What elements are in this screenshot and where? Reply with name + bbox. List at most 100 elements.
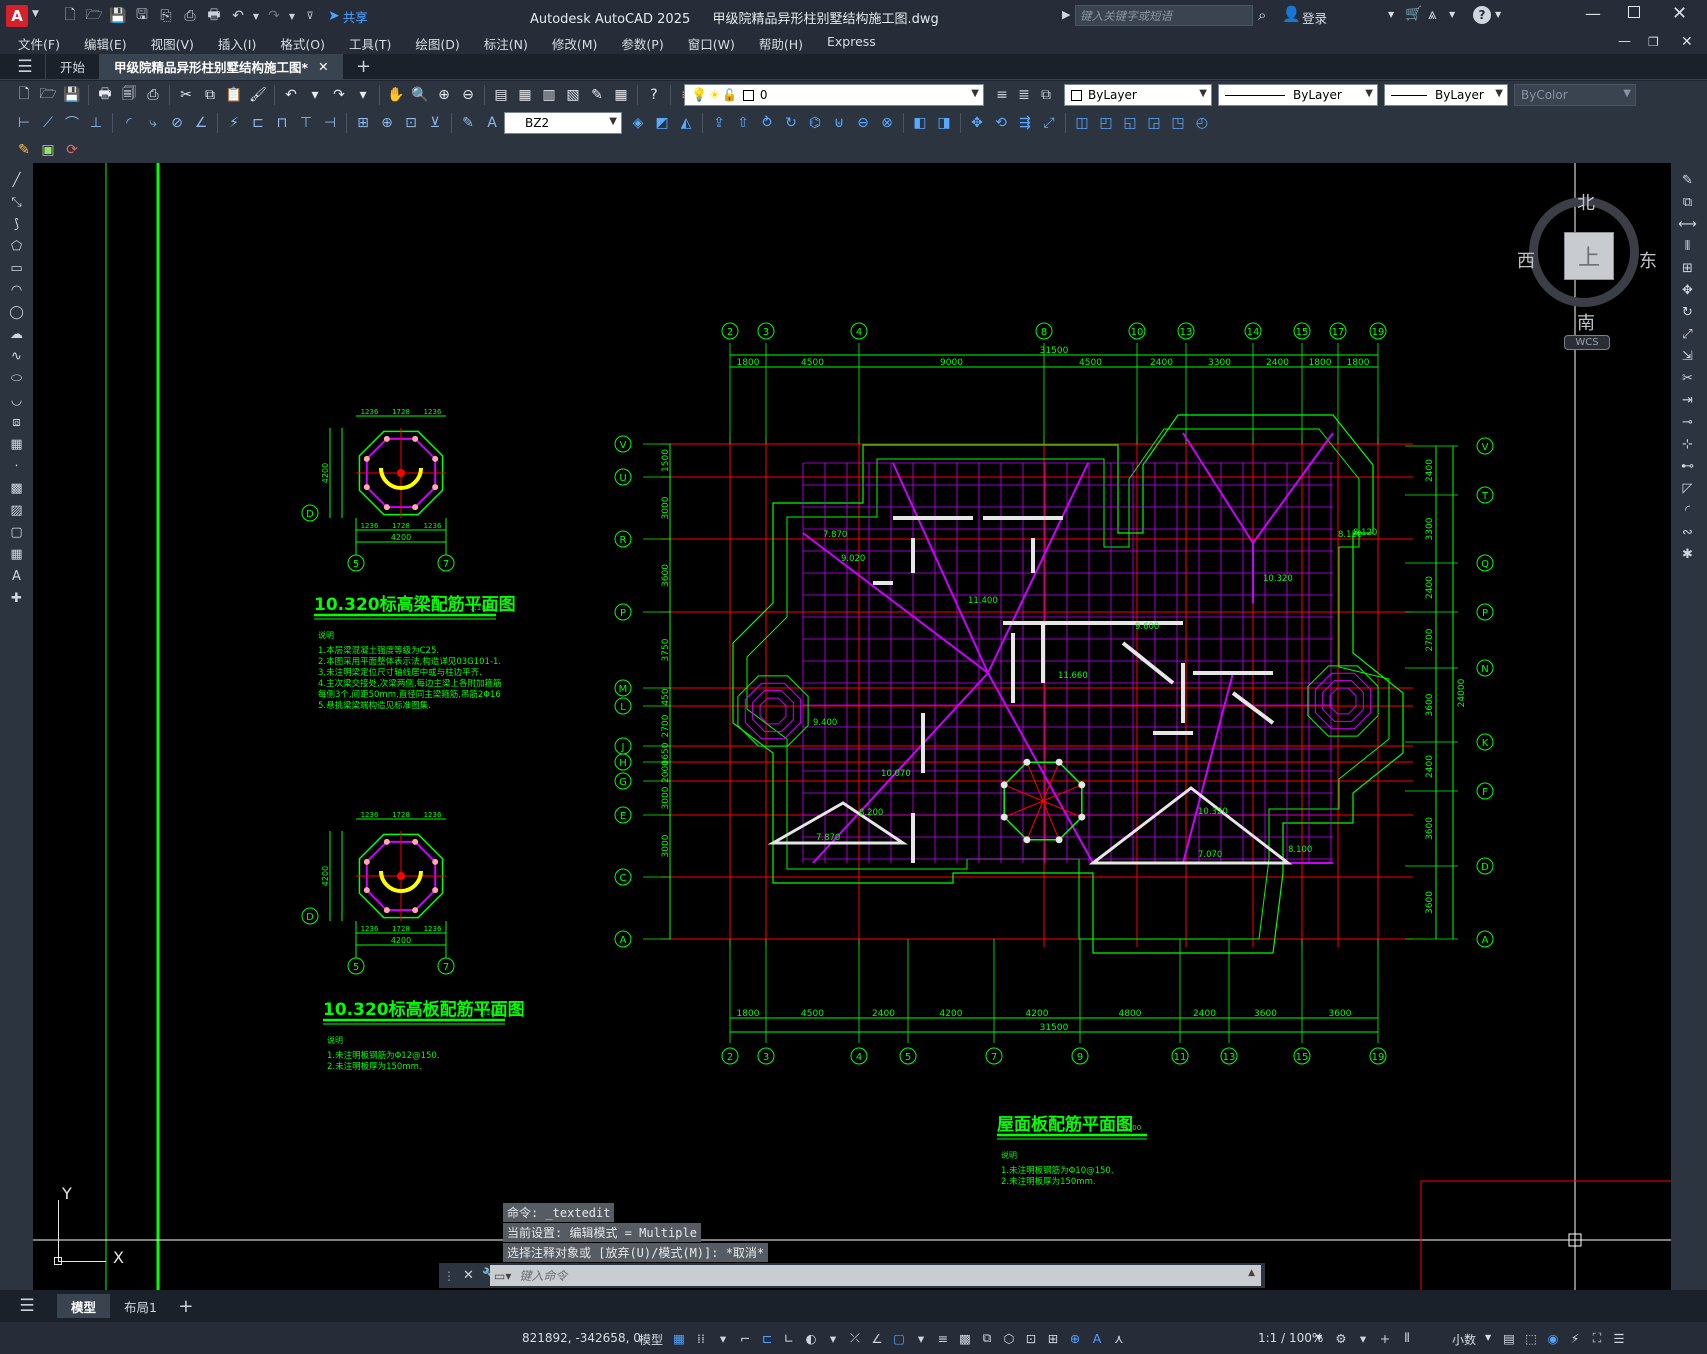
menu-item-5[interactable]: 工具(T) [337, 34, 403, 53]
polar-icon[interactable]: ◐ [800, 1326, 822, 1350]
undo-list-icon[interactable]: ▾ [304, 84, 326, 106]
cut-icon[interactable]: ✂ [175, 84, 197, 106]
chamfer-icon[interactable]: ◸ [1671, 477, 1704, 499]
menu-item-10[interactable]: 窗口(W) [676, 34, 747, 53]
command-prompt-icon[interactable]: ▭▾ [494, 1269, 511, 1283]
user-icon[interactable]: 👤 [1282, 5, 1301, 23]
app-menu-chevron-icon[interactable]: ▼ [32, 9, 39, 19]
trim-icon[interactable]: ✂ [1671, 367, 1704, 389]
stretch-icon[interactable]: ⇲ [1671, 345, 1704, 367]
coordinates-readout[interactable]: 821892, -342658, 0 [522, 1331, 641, 1345]
compass-west[interactable]: 西 [1517, 247, 1535, 273]
save-icon[interactable]: 💾 [107, 5, 129, 27]
save-as-icon[interactable]: 🖫 [131, 5, 153, 27]
menu-item-1[interactable]: 编辑(E) [72, 34, 139, 53]
plot-icon[interactable]: 🖶 [94, 84, 116, 106]
tab-start[interactable]: 开始 [45, 53, 101, 80]
redo-icon[interactable]: ↷ [328, 84, 350, 106]
offset-icon[interactable]: ⫴ [1671, 235, 1704, 257]
layer-tool-icon-b[interactable]: ≣ [1013, 84, 1035, 106]
plotstyle-dropdown[interactable]: ByColor ▼ [1514, 84, 1636, 106]
plot-icon[interactable]: 🖶 [203, 5, 225, 27]
dim-angular-icon[interactable]: ∠ [190, 112, 212, 134]
tab-active-drawing[interactable]: 甲级院精品异形柱别墅结构施工图* ✕ [100, 53, 343, 80]
sheet-set-icon[interactable]: ▧ [562, 84, 584, 106]
3d-align-icon[interactable]: ⇶ [1014, 112, 1036, 134]
gizmo-icon[interactable]: ⊕ [1064, 1326, 1086, 1350]
properties-icon[interactable]: ▤ [490, 84, 512, 106]
snap-dropdown-icon[interactable]: ▾ [712, 1326, 734, 1350]
gradient-icon[interactable]: ▨ [0, 499, 33, 521]
minimize-window-icon[interactable]: — [1585, 4, 1601, 23]
lineweight-dropdown[interactable]: ByLayer ▼ [1384, 84, 1508, 106]
cart-icon[interactable]: 🛒 [1405, 6, 1422, 22]
login-dropdown-icon[interactable]: ▼ [1388, 10, 1394, 19]
polygon-icon[interactable]: ⬠ [0, 235, 33, 257]
redo-icon[interactable]: ↷ [263, 5, 285, 27]
construction-line-icon[interactable]: ⤡ [0, 191, 33, 213]
revolve-icon[interactable]: ↻ [780, 112, 802, 134]
menu-item-9[interactable]: 参数(P) [609, 34, 675, 53]
polyline-icon[interactable]: ⟆ [0, 213, 33, 235]
dim-ordinate-icon[interactable]: ⊥ [85, 112, 107, 134]
design-center-icon[interactable]: ▦ [514, 84, 536, 106]
polar-dropdown-icon[interactable]: ▾ [822, 1326, 844, 1350]
tool-palettes-icon[interactable]: ▥ [538, 84, 560, 106]
dimstyle-dropdown[interactable]: BZ2 ▼ [504, 112, 622, 134]
workspace-icon[interactable]: ⚙ [1330, 1326, 1352, 1350]
ellipse-icon[interactable]: ⬭ [0, 367, 33, 389]
drawing-canvas[interactable]: 1236 1236 1728 1728 1236 1236 4200 4200 D 5 7 1236… [33, 163, 1671, 1290]
help-icon[interactable]: ? [643, 84, 665, 106]
dim-baseline-icon[interactable]: ⊏ [247, 112, 269, 134]
interfere-icon[interactable]: ◴ [1191, 112, 1213, 134]
shell-icon[interactable]: ◰ [1095, 112, 1117, 134]
pan-icon[interactable]: ✋ [385, 84, 407, 106]
customize-status-icon[interactable]: ☰ [1608, 1326, 1630, 1350]
dim-edit-icon[interactable]: ✎ [457, 112, 479, 134]
presspull-icon[interactable]: ⇧ [732, 112, 754, 134]
annotation-visibility-icon[interactable]: A [1086, 1326, 1108, 1350]
scale-chevron-icon[interactable]: ▼ [1316, 1333, 1322, 1342]
hatch-icon[interactable]: ▩ [0, 477, 33, 499]
dynamic-ucs-icon[interactable]: ⊡ [1020, 1326, 1042, 1350]
viewcube[interactable]: 上 北 南 西 东 [1517, 185, 1657, 335]
scale-icon[interactable]: ⤢ [1671, 323, 1704, 345]
circle-icon[interactable]: ◯ [0, 301, 33, 323]
3d-move-icon[interactable]: ✥ [966, 112, 988, 134]
imprint-icon[interactable]: ◲ [1143, 112, 1165, 134]
command-recent-icon[interactable]: ▲ [1248, 1268, 1255, 1278]
undo-dropdown-icon[interactable]: ▼ [251, 5, 261, 27]
paste-icon[interactable]: 📋 [223, 84, 245, 106]
layer-dropdown[interactable]: 💡 ☀ 🔓 0 ▼ [684, 84, 984, 106]
rotate-icon[interactable]: ↻ [1671, 301, 1704, 323]
workspace-dropdown-icon[interactable]: ▾ [1352, 1326, 1374, 1350]
sweep-icon[interactable]: ⥁ [756, 112, 778, 134]
osnap-icon[interactable]: ▢ [888, 1326, 910, 1350]
zoom-realtime-icon[interactable]: 🔍 [409, 84, 431, 106]
undo-icon[interactable]: ↶ [227, 5, 249, 27]
isolate-objects-icon[interactable]: ◉ [1542, 1326, 1564, 1350]
help-icon[interactable]: ? [1473, 6, 1491, 24]
object-snap-tracking-icon[interactable]: ∠ [866, 1326, 888, 1350]
layout-menu-icon[interactable]: ☰ [16, 1295, 38, 1317]
section-plane-icon[interactable]: ◧ [909, 112, 931, 134]
selection-cycling-icon[interactable]: ⧉ [976, 1326, 998, 1350]
save-icon[interactable]: 💾 [61, 84, 83, 106]
search-icon[interactable]: ⌕ [1258, 6, 1266, 24]
tab-close-icon[interactable]: ✕ [318, 59, 328, 74]
open-icon[interactable]: 🗁 [37, 84, 59, 106]
layer-tool-icon-c[interactable]: ⧉ [1035, 84, 1057, 106]
union-icon[interactable]: ⊎ [828, 112, 850, 134]
web-save-icon[interactable]: ⎙ [179, 5, 201, 27]
menu-item-7[interactable]: 标注(N) [472, 34, 540, 53]
command-close-icon[interactable]: ✕ [463, 1268, 474, 1283]
search-box[interactable]: 键入关键字或短语 [1075, 5, 1253, 26]
units-icon-icon[interactable]: ⦀ [1396, 1326, 1418, 1350]
search-expand-icon[interactable]: ▶ [1062, 8, 1070, 21]
blend-curves-icon[interactable]: ∾ [1671, 521, 1704, 543]
mirror-icon[interactable]: ⟷ [1671, 213, 1704, 235]
menu-item-3[interactable]: 插入(I) [206, 34, 268, 53]
dim-aligned-icon[interactable]: ⟋ [37, 112, 59, 134]
jogged-linear-icon[interactable]: ⊻ [424, 112, 446, 134]
table-icon[interactable]: ▦ [0, 543, 33, 565]
